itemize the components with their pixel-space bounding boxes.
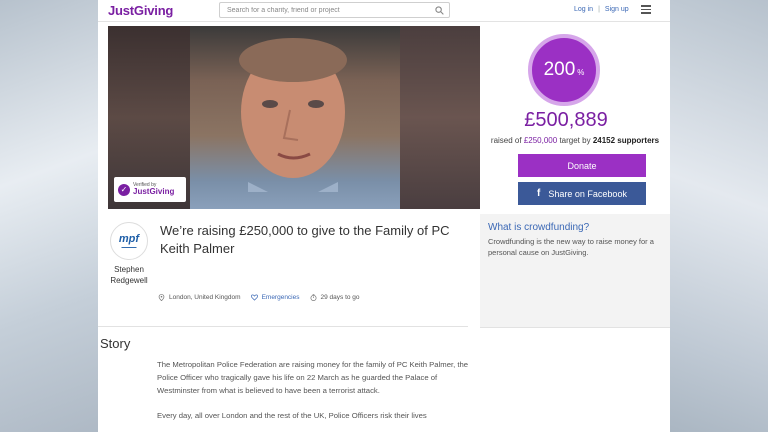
justgiving-logo[interactable]: JustGiving (108, 3, 173, 18)
organisation-logo[interactable]: mpf ▬▬▬▬▬ (110, 222, 148, 260)
target-amount: £250,000 (523, 136, 558, 145)
days-left-text: 29 days to go (320, 294, 360, 301)
background-left (0, 0, 98, 432)
location-pin-icon (158, 294, 165, 301)
story-paragraph: The Metropolitan Police Federation are r… (157, 360, 469, 395)
owner-last-name: Redgewell (110, 276, 148, 285)
section-divider (98, 326, 468, 327)
mpf-logo-text: mpf (118, 232, 140, 245)
login-link[interactable]: Log in (574, 6, 593, 13)
owner-first-name: Stephen (114, 265, 144, 274)
donate-button[interactable]: Donate (518, 154, 646, 177)
progress-percent: 200 (543, 59, 576, 80)
sidebar-divider (480, 327, 670, 328)
raised-prefix: raised of (490, 136, 522, 145)
top-nav-bar: JustGiving Log in | Sign up (98, 0, 670, 22)
crowdfunding-title[interactable]: What is crowdfunding? (488, 222, 662, 233)
days-left-item: 29 days to go (310, 294, 360, 301)
verified-check-icon: ✓ (118, 183, 130, 196)
portrait-face (239, 38, 347, 192)
story-body: The Metropolitan Police Federation are r… (157, 358, 473, 432)
progress-percent-sign: % (577, 67, 585, 77)
location-item: London, United Kingdom (158, 294, 241, 301)
supporters-count: 24152 (592, 136, 616, 145)
verified-brand-label: JustGiving (133, 187, 175, 196)
photo-blur-right (400, 26, 480, 209)
hamburger-menu-icon[interactable] (641, 5, 651, 14)
crowdfunding-info-box: What is crowdfunding? Crowdfunding is th… (480, 214, 670, 327)
story-paragraph: Every day, all over London and the rest … (157, 411, 427, 420)
stopwatch-icon (310, 294, 316, 301)
mpf-logo-subtext: ▬▬▬▬▬ (121, 244, 137, 249)
target-mid: target by (559, 136, 591, 145)
account-links: Log in | Sign up (574, 6, 629, 13)
story-heading: Story (100, 336, 131, 351)
share-facebook-label: Share on Facebook (548, 188, 627, 199)
campaign-title: We’re raising £250,000 to give to the Fa… (160, 223, 450, 256)
campaign-owner[interactable]: Stephen Redgewell (104, 264, 154, 286)
facebook-icon: f (537, 188, 541, 199)
nav-separator: | (598, 6, 600, 13)
crowdfunding-text: Crowdfunding is the new way to raise mon… (488, 237, 654, 257)
search-box[interactable] (219, 2, 450, 18)
raised-amount: £500,889 (524, 109, 608, 131)
campaign-meta: London, United Kingdom Emergencies 29 da… (158, 294, 360, 301)
background-right (670, 0, 768, 432)
verified-badge: ✓ Verified by JustGiving (114, 177, 186, 202)
campaign-page: JustGiving Log in | Sign up (98, 0, 670, 432)
supporters-label: supporters (617, 136, 660, 145)
location-text: London, United Kingdom (169, 294, 241, 301)
heart-icon (250, 294, 258, 301)
campaign-photo: ✓ Verified by JustGiving (108, 26, 480, 209)
search-icon[interactable] (435, 6, 444, 15)
raised-summary: raised of £250,000 target by 24152 suppo… (480, 136, 670, 145)
category-item[interactable]: Emergencies (250, 294, 300, 301)
share-facebook-button[interactable]: f Share on Facebook (518, 182, 646, 205)
category-link[interactable]: Emergencies (262, 294, 300, 301)
progress-ring: 200 % (528, 34, 600, 106)
signup-link[interactable]: Sign up (605, 6, 629, 13)
fundraising-panel: 200 % £500,889 raised of £250,000 target… (480, 26, 670, 214)
search-input[interactable] (227, 6, 427, 14)
